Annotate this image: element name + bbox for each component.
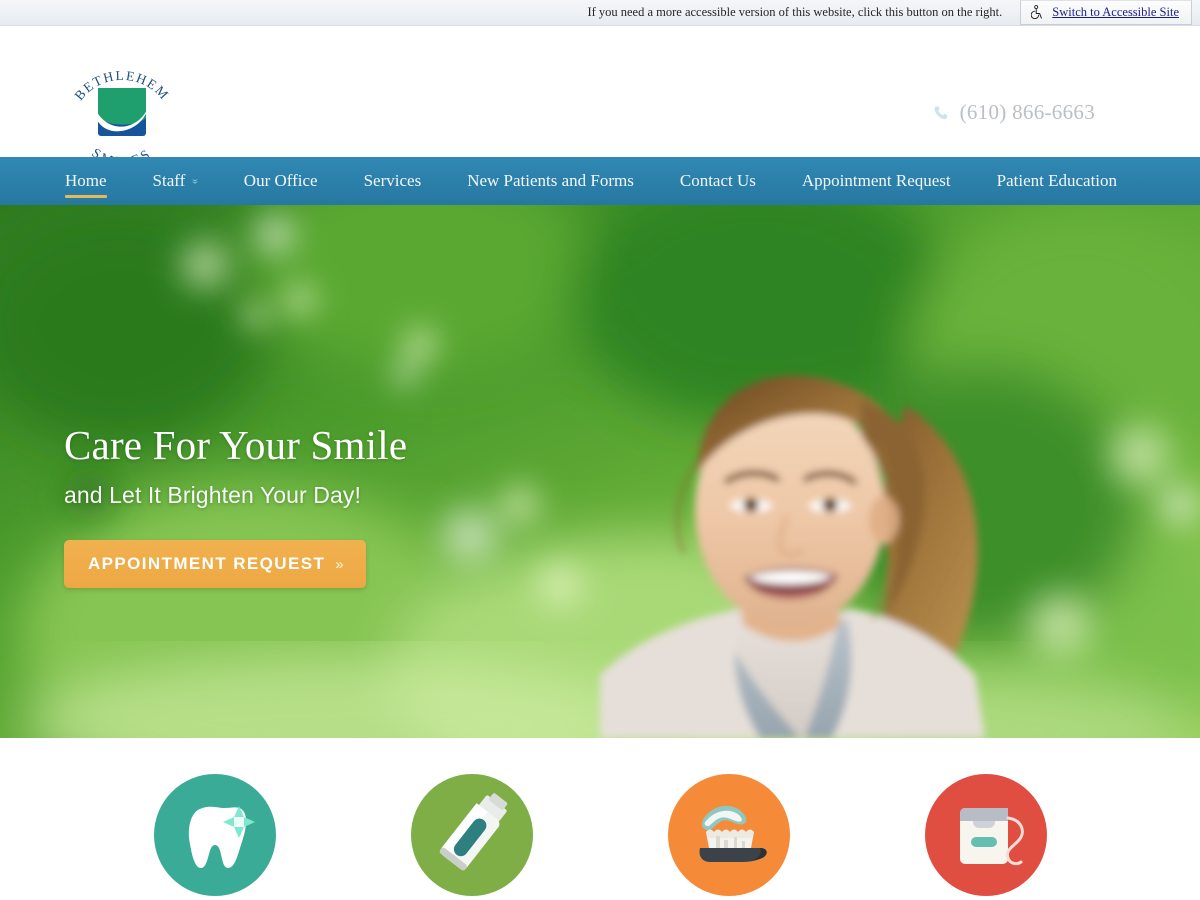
toothpaste-tube-icon[interactable]	[410, 774, 533, 896]
hero-banner: Care For Your Smile and Let It Brighten …	[0, 205, 1200, 738]
nav-item-our-office[interactable]: Our Office	[221, 157, 341, 205]
tooth-sparkle-icon[interactable]	[153, 774, 276, 896]
service-item-dental-floss[interactable]	[924, 774, 1047, 896]
service-item-tooth[interactable]	[153, 774, 276, 896]
services-icon-strip	[0, 738, 1200, 900]
phone-icon	[934, 105, 947, 119]
nav-label-home: Home	[65, 171, 107, 190]
arrow-right-icon: »	[335, 555, 344, 573]
nav-label-staff: Staff	[152, 171, 186, 190]
service-item-toothpaste-tube[interactable]	[410, 774, 533, 896]
nav-item-contact-us[interactable]: Contact Us	[657, 157, 779, 205]
switch-to-accessible-site-button[interactable]: Switch to Accessible Site	[1020, 0, 1192, 25]
nav-label-services: Services	[363, 171, 422, 190]
nav-label-our-office: Our Office	[243, 171, 318, 190]
accessibility-note: If you need a more accessible version of…	[587, 5, 1003, 19]
site-logo[interactable]: BETHLEHEM SMILES	[60, 68, 184, 164]
dental-floss-icon[interactable]	[924, 774, 1047, 896]
nav-label-new-patients-and-forms: New Patients and Forms	[467, 171, 634, 190]
main-navigation: Home Staff » Our Office Services New Pat…	[0, 157, 1200, 205]
accessibility-bar: If you need a more accessible version of…	[0, 0, 1200, 26]
nav-item-patient-education[interactable]: Patient Education	[974, 157, 1140, 205]
nav-item-services[interactable]: Services	[341, 157, 445, 205]
bethlehem-smiles-logo-icon: BETHLEHEM SMILES	[71, 68, 170, 164]
wheelchair-accessibility-icon	[1031, 5, 1043, 20]
header-phone[interactable]: (610) 866-6663	[933, 100, 1095, 125]
nav-item-appointment-request[interactable]: Appointment Request	[779, 157, 974, 205]
hero-title: Care For Your Smile	[64, 422, 408, 468]
nav-item-new-patients-and-forms[interactable]: New Patients and Forms	[444, 157, 657, 205]
nav-label-patient-education: Patient Education	[996, 171, 1118, 190]
toothbrush-paste-icon[interactable]	[667, 774, 790, 896]
site-header: BETHLEHEM SMILES (610) 866-6663	[0, 26, 1200, 164]
hero-subtitle: and Let It Brighten Your Day!	[64, 482, 361, 509]
service-item-toothbrush[interactable]	[667, 774, 790, 896]
appointment-request-button[interactable]: APPOINTMENT REQUEST »	[64, 540, 366, 589]
nav-label-contact-us: Contact Us	[679, 171, 756, 190]
phone-number: (610) 866-6663	[959, 100, 1095, 124]
chevron-down-icon: »	[188, 178, 203, 184]
appointment-request-label: APPOINTMENT REQUEST	[88, 554, 326, 574]
hero-content: Care For Your Smile and Let It Brighten …	[64, 422, 408, 589]
nav-item-staff[interactable]: Staff »	[130, 157, 221, 205]
nav-item-home[interactable]: Home	[60, 157, 130, 205]
nav-label-appointment-request: Appointment Request	[801, 171, 951, 190]
accessible-site-link-label: Switch to Accessible Site	[1052, 5, 1179, 19]
